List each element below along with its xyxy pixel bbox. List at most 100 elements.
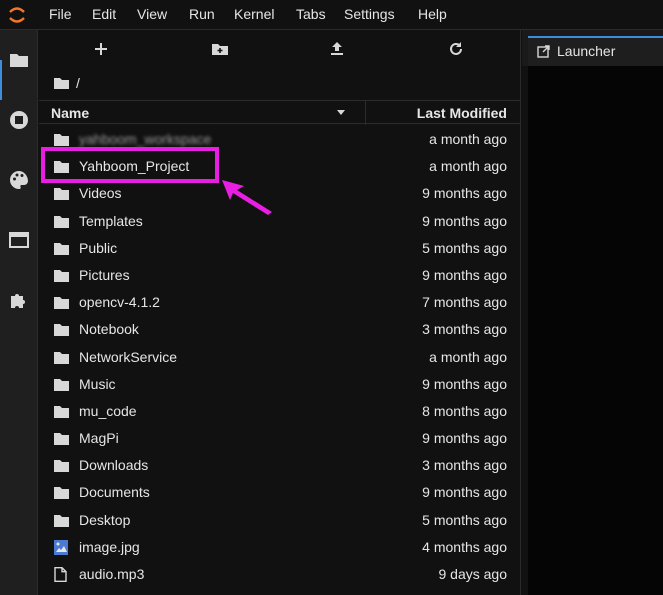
file-modified: a month ago xyxy=(429,158,507,175)
file-name: Pictures xyxy=(79,266,130,283)
folder-icon xyxy=(54,297,69,310)
file-row[interactable]: audio.mp3 9 days ago xyxy=(39,561,521,588)
folder-icon xyxy=(54,215,69,228)
file-modified: 9 months ago xyxy=(422,185,507,202)
file-row[interactable]: Videos 9 months ago xyxy=(39,180,521,207)
tab-bar: Launcher xyxy=(522,30,663,66)
file-modified: 9 months ago xyxy=(422,212,507,229)
refresh-button[interactable] xyxy=(446,39,466,59)
home-folder-icon[interactable] xyxy=(53,76,70,90)
file-modified: 3 months ago xyxy=(422,457,507,474)
file-row[interactable]: Notebook 3 months ago xyxy=(39,316,521,343)
file-modified: 9 months ago xyxy=(422,375,507,392)
file-modified: 9 months ago xyxy=(422,430,507,447)
folder-icon xyxy=(54,405,69,418)
file-browser-panel: / Name Last Modified yahboom_workspacea … xyxy=(39,30,521,595)
menu-bar: File Edit View Run Kernel Tabs Settings … xyxy=(0,0,663,30)
file-name: Documents xyxy=(79,484,150,501)
file-name: NetworkService xyxy=(79,348,178,365)
folder-icon xyxy=(54,460,69,473)
folder-icon xyxy=(54,433,69,446)
highlight-box xyxy=(41,147,219,183)
folder-icon xyxy=(54,269,69,282)
file-row[interactable]: Desktop 5 months ago xyxy=(39,507,521,534)
file-name: audio.mp3 xyxy=(79,566,145,582)
file-row[interactable]: Documents 9 months ago xyxy=(39,479,521,506)
file-row[interactable]: image.jpg 4 months ago xyxy=(39,534,521,561)
menu-file[interactable]: File xyxy=(49,6,72,22)
main-area: Launcher xyxy=(522,30,663,595)
folder-icon xyxy=(54,351,69,364)
jupyter-logo-icon xyxy=(9,7,25,23)
file-row[interactable]: Pictures 9 months ago xyxy=(39,262,521,289)
file-modified: a month ago xyxy=(429,131,507,147)
folder-icon xyxy=(54,188,69,201)
activity-sidebar xyxy=(0,30,38,595)
palette-icon[interactable] xyxy=(7,168,31,192)
extension-icon[interactable] xyxy=(7,288,31,312)
breadcrumb: / xyxy=(53,73,80,93)
file-row[interactable]: MagPi 9 months ago xyxy=(39,425,521,452)
menu-view[interactable]: View xyxy=(137,6,167,22)
file-modified: a month ago xyxy=(429,348,507,365)
file-name: Notebook xyxy=(79,321,139,338)
breadcrumb-root[interactable]: / xyxy=(76,75,80,91)
folder-icon xyxy=(54,134,69,146)
file-name: mu_code xyxy=(79,402,137,419)
file-row[interactable]: Templates 9 months ago xyxy=(39,208,521,235)
folder-icon[interactable] xyxy=(7,48,31,72)
launcher-content xyxy=(528,66,663,595)
tab-launcher[interactable]: Launcher xyxy=(528,36,663,66)
folder-icon xyxy=(54,324,69,337)
file-name: MagPi xyxy=(79,430,119,447)
file-modified: 9 days ago xyxy=(438,566,508,582)
menu-tabs[interactable]: Tabs xyxy=(296,6,326,22)
pointer-arrow-icon xyxy=(222,180,272,215)
folder-icon xyxy=(54,378,69,391)
image-file-icon xyxy=(54,539,68,555)
file-name: Desktop xyxy=(79,511,131,528)
file-name: Music xyxy=(79,375,116,392)
file-modified: 3 months ago xyxy=(422,321,507,338)
folder-icon xyxy=(54,242,69,255)
file-modified: 8 months ago xyxy=(422,402,507,419)
name-column-header[interactable]: Name xyxy=(51,105,89,121)
file-list: yahboom_workspace a month ago Yahboom_Proj… xyxy=(39,126,521,588)
file-row[interactable]: Public 5 months ago xyxy=(39,235,521,262)
column-divider[interactable] xyxy=(365,101,366,125)
file-row[interactable]: Music 9 months ago xyxy=(39,371,521,398)
menu-help[interactable]: Help xyxy=(418,6,447,22)
file-row[interactable]: opencv-4.1.2 7 months ago xyxy=(39,289,521,316)
file-icon xyxy=(54,567,67,582)
file-name: Templates xyxy=(79,212,143,229)
file-modified: 9 months ago xyxy=(422,484,507,501)
upload-button[interactable] xyxy=(327,39,347,59)
last-modified-column-header[interactable]: Last Modified xyxy=(417,105,507,121)
folder-icon xyxy=(54,514,69,527)
sort-caret-icon xyxy=(337,110,345,115)
file-modified: 7 months ago xyxy=(422,294,507,311)
file-name: image.jpg xyxy=(79,538,140,555)
launcher-icon xyxy=(537,45,550,58)
active-indicator xyxy=(0,60,2,100)
new-folder-button[interactable] xyxy=(210,39,230,59)
file-name: Videos xyxy=(79,185,122,202)
file-name: Public xyxy=(79,239,118,256)
menu-kernel[interactable]: Kernel xyxy=(234,6,274,22)
file-list-header: Name Last Modified xyxy=(39,100,521,125)
folder-icon xyxy=(54,487,69,500)
menu-run[interactable]: Run xyxy=(189,6,215,22)
menu-settings[interactable]: Settings xyxy=(344,6,395,22)
new-launcher-button[interactable] xyxy=(91,39,111,59)
file-row[interactable]: NetworkService a month ago xyxy=(39,344,521,371)
menu-edit[interactable]: Edit xyxy=(92,6,116,22)
file-name: Downloads xyxy=(79,457,149,474)
tabs-icon[interactable] xyxy=(7,228,31,252)
file-row[interactable]: Downloads 3 months ago xyxy=(39,452,521,479)
file-modified: 5 months ago xyxy=(422,239,507,256)
file-name: yahboom_workspace xyxy=(79,131,212,147)
file-modified: 4 months ago xyxy=(422,538,507,555)
file-modified: 5 months ago xyxy=(422,511,507,528)
file-row[interactable]: mu_code 8 months ago xyxy=(39,398,521,425)
running-icon[interactable] xyxy=(7,108,31,132)
